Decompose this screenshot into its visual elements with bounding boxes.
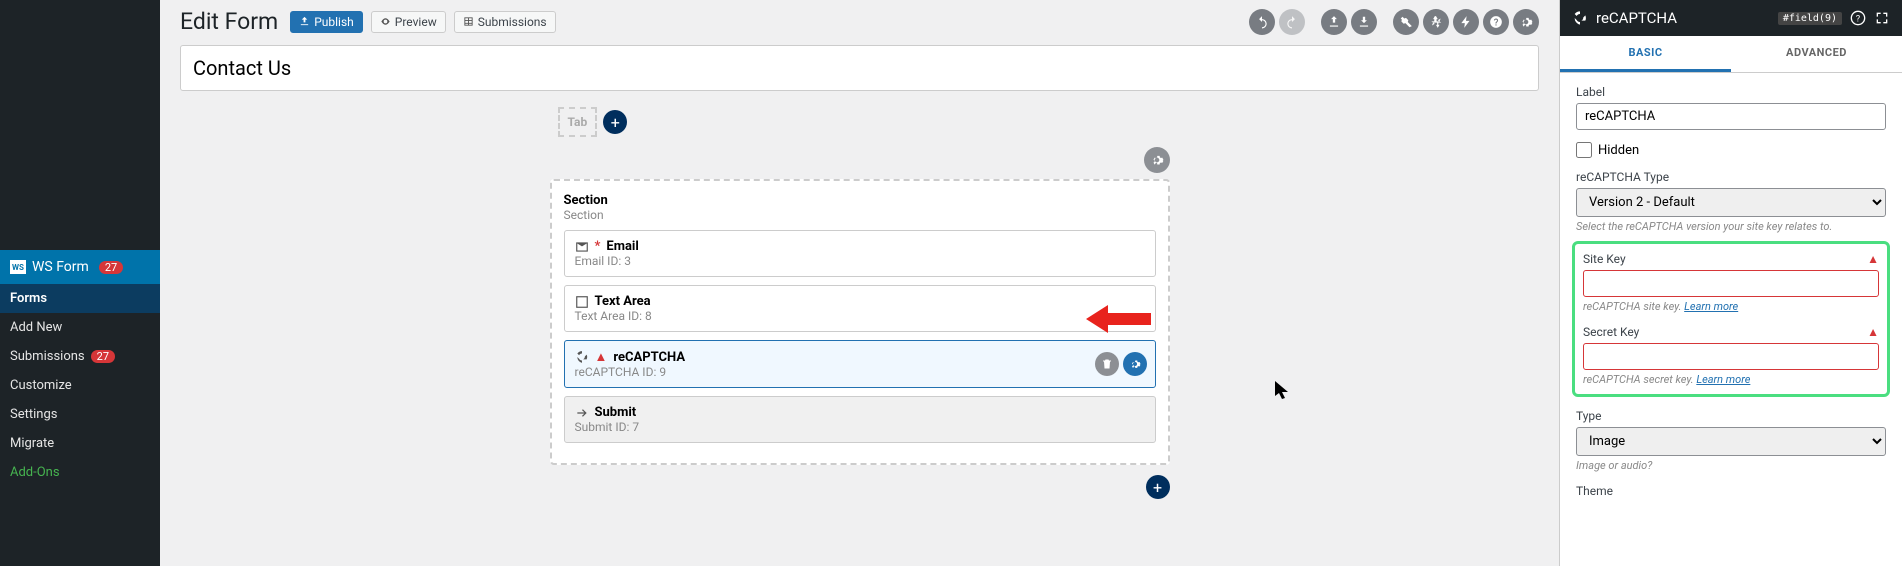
- panel-help-icon[interactable]: ?: [1850, 10, 1866, 26]
- import-icon[interactable]: [1351, 9, 1377, 35]
- property-panel: reCAPTCHA #field(9) ? BASIC ADVANCED Lab…: [1559, 0, 1902, 566]
- preview-button[interactable]: Preview: [371, 11, 446, 33]
- menu-ws-form-label: WS Form: [32, 259, 89, 275]
- panel-title: reCAPTCHA: [1596, 9, 1677, 27]
- warning-icon: ▲: [1867, 325, 1879, 339]
- header-toolbar: [1249, 9, 1539, 35]
- recaptcha-type-hint: Select the reCAPTCHA version your site k…: [1576, 220, 1886, 233]
- field-id-tag: #field(9): [1778, 12, 1842, 25]
- recaptcha-icon: [1572, 10, 1588, 26]
- type-hint: Image or audio?: [1576, 459, 1886, 472]
- secret-key-learn-link[interactable]: Learn more: [1696, 373, 1750, 386]
- delete-field-icon[interactable]: [1095, 352, 1119, 376]
- section-box: Section Section *EmailEmail ID: 3 Text Ar…: [550, 179, 1170, 465]
- secret-key-label: Secret Key ▲: [1583, 325, 1879, 339]
- menu-ws-form[interactable]: WS WS Form 27: [0, 250, 160, 284]
- export-icon[interactable]: [1321, 9, 1347, 35]
- eye-icon: [380, 16, 391, 27]
- conditions-icon[interactable]: [1423, 9, 1449, 35]
- svg-text:?: ?: [1856, 13, 1861, 24]
- recaptcha-type-select[interactable]: Version 2 - Default: [1576, 188, 1886, 217]
- expand-icon[interactable]: [1874, 10, 1890, 26]
- type-label: Type: [1576, 409, 1886, 423]
- label-label: Label: [1576, 85, 1886, 99]
- menu-badge: 27: [99, 261, 123, 274]
- tab-basic[interactable]: BASIC: [1560, 36, 1731, 72]
- menu-item-add-ons[interactable]: Add-Ons: [0, 458, 160, 487]
- actions-icon[interactable]: [1453, 9, 1479, 35]
- wp-admin-sidebar: WS WS Form 27 FormsAdd NewSubmissions27C…: [0, 0, 160, 566]
- theme-label: Theme: [1576, 484, 1886, 498]
- main-area: Edit Form Publish Preview Submissions: [160, 0, 1559, 566]
- menu-item-add-new[interactable]: Add New: [0, 313, 160, 342]
- tab-advanced[interactable]: ADVANCED: [1731, 36, 1902, 72]
- help-icon[interactable]: [1483, 9, 1509, 35]
- menu-item-submissions[interactable]: Submissions27: [0, 342, 160, 371]
- warning-icon: ▲: [1867, 252, 1879, 266]
- field-settings-icon[interactable]: [1123, 352, 1147, 376]
- submissions-label: Submissions: [478, 15, 547, 29]
- add-tab-button[interactable]: +: [603, 110, 627, 134]
- label-input[interactable]: [1576, 103, 1886, 130]
- menu-item-settings[interactable]: Settings: [0, 400, 160, 429]
- field-email[interactable]: *EmailEmail ID: 3: [564, 230, 1156, 277]
- menu-item-migrate[interactable]: Migrate: [0, 429, 160, 458]
- publish-label: Publish: [314, 15, 354, 29]
- recaptcha-type-label: reCAPTCHA Type: [1576, 170, 1886, 184]
- site-key-learn-link[interactable]: Learn more: [1684, 300, 1738, 313]
- undo-icon[interactable]: [1249, 9, 1275, 35]
- hidden-checkbox[interactable]: [1576, 142, 1592, 158]
- field-submit[interactable]: SubmitSubmit ID: 7: [564, 396, 1156, 443]
- section-subtitle: Section: [564, 208, 1156, 222]
- panel-header: reCAPTCHA #field(9) ?: [1560, 0, 1902, 36]
- publish-button[interactable]: Publish: [290, 11, 363, 33]
- tab-settings-icon[interactable]: [1144, 147, 1170, 173]
- page-title: Edit Form: [180, 8, 278, 35]
- tools-icon[interactable]: [1393, 9, 1419, 35]
- submissions-button[interactable]: Submissions: [454, 11, 556, 33]
- profile-area: [0, 0, 160, 250]
- panel-body: Label Hidden reCAPTCHA Type Version 2 - …: [1560, 73, 1902, 566]
- add-section-button[interactable]: +: [1146, 475, 1170, 499]
- upload-icon: [299, 16, 310, 27]
- panel-tabs: BASIC ADVANCED: [1560, 36, 1902, 73]
- redo-icon[interactable]: [1279, 9, 1305, 35]
- keys-highlight: Site Key ▲ reCAPTCHA site key. Learn mor…: [1572, 241, 1890, 397]
- menu-item-forms[interactable]: Forms: [0, 284, 160, 313]
- site-key-hint: reCAPTCHA site key. Learn more: [1583, 300, 1879, 313]
- callout-arrow: [1086, 299, 1156, 339]
- menu-item-customize[interactable]: Customize: [0, 371, 160, 400]
- table-icon: [463, 16, 474, 27]
- field-text-area[interactable]: Text AreaText Area ID: 8: [564, 285, 1156, 332]
- tab-placeholder[interactable]: Tab: [558, 107, 598, 137]
- site-key-input[interactable]: [1583, 270, 1879, 297]
- settings-icon[interactable]: [1513, 9, 1539, 35]
- form-canvas: Tab + Section Section *EmailEmail ID: 3 T…: [180, 107, 1539, 499]
- field-recaptcha[interactable]: ▲reCAPTCHAreCAPTCHA ID: 9: [564, 340, 1156, 388]
- secret-key-hint: reCAPTCHA secret key. Learn more: [1583, 373, 1879, 386]
- ws-form-icon: WS: [10, 260, 26, 274]
- cursor-icon: [1275, 381, 1289, 399]
- site-key-label: Site Key ▲: [1583, 252, 1879, 266]
- section-title: Section: [564, 193, 1156, 208]
- form-title-input[interactable]: [180, 45, 1539, 91]
- header-row: Edit Form Publish Preview Submissions: [180, 8, 1539, 35]
- preview-label: Preview: [395, 15, 437, 29]
- secret-key-input[interactable]: [1583, 343, 1879, 370]
- type-select[interactable]: Image: [1576, 427, 1886, 456]
- hidden-label: Hidden: [1598, 143, 1639, 158]
